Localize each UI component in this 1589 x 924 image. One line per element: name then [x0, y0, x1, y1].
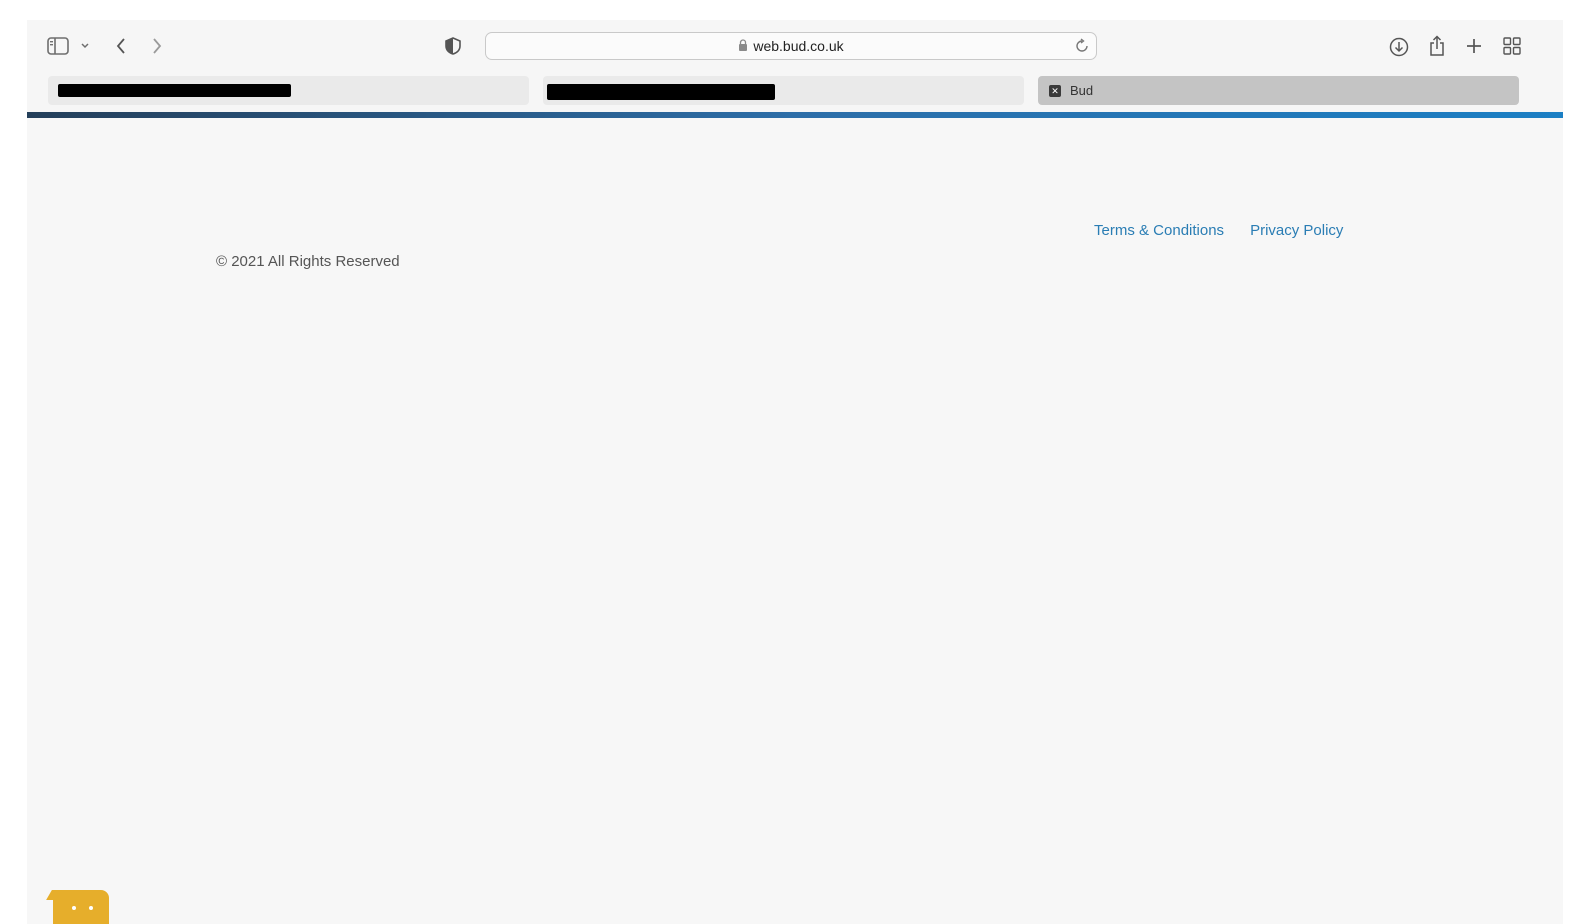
address-bar[interactable]: web.bud.co.uk [485, 32, 1097, 60]
terms-link[interactable]: Terms & Conditions [1094, 222, 1224, 239]
plus-icon[interactable] [1464, 36, 1484, 56]
tab-2[interactable] [543, 76, 1024, 105]
chat-dot [72, 906, 76, 910]
redacted-tab-title [547, 84, 775, 100]
lock-icon [738, 38, 748, 54]
footer-links: Terms & Conditions Privacy Policy [1094, 222, 1343, 239]
chat-icon[interactable] [53, 890, 109, 924]
browser-window: web.bud.co.uk ✕ Bud Terms & Conditions P… [27, 20, 1563, 924]
copyright-text: © 2021 All Rights Reserved [216, 253, 400, 270]
browser-toolbar: web.bud.co.uk ✕ Bud [27, 20, 1563, 114]
bud-favicon-icon: ✕ [1049, 85, 1061, 97]
redacted-tab-title [58, 84, 291, 97]
tab-1[interactable] [48, 76, 529, 105]
reload-icon[interactable] [1074, 38, 1090, 54]
chat-dot [89, 906, 93, 910]
download-icon[interactable] [1388, 36, 1410, 58]
shield-icon[interactable] [443, 36, 463, 56]
privacy-link[interactable]: Privacy Policy [1250, 222, 1343, 239]
chevron-left-icon[interactable] [113, 36, 129, 56]
sidebar-icon[interactable] [47, 36, 69, 56]
grid-icon[interactable] [1502, 36, 1522, 56]
chevron-down-icon[interactable] [79, 39, 91, 53]
tab-bud[interactable]: ✕ Bud [1038, 76, 1519, 105]
share-icon[interactable] [1427, 34, 1447, 58]
chevron-right-icon[interactable] [149, 36, 165, 56]
tab-label: Bud [1070, 83, 1094, 98]
header-accent-bar [27, 112, 1563, 118]
address-url: web.bud.co.uk [753, 38, 844, 54]
